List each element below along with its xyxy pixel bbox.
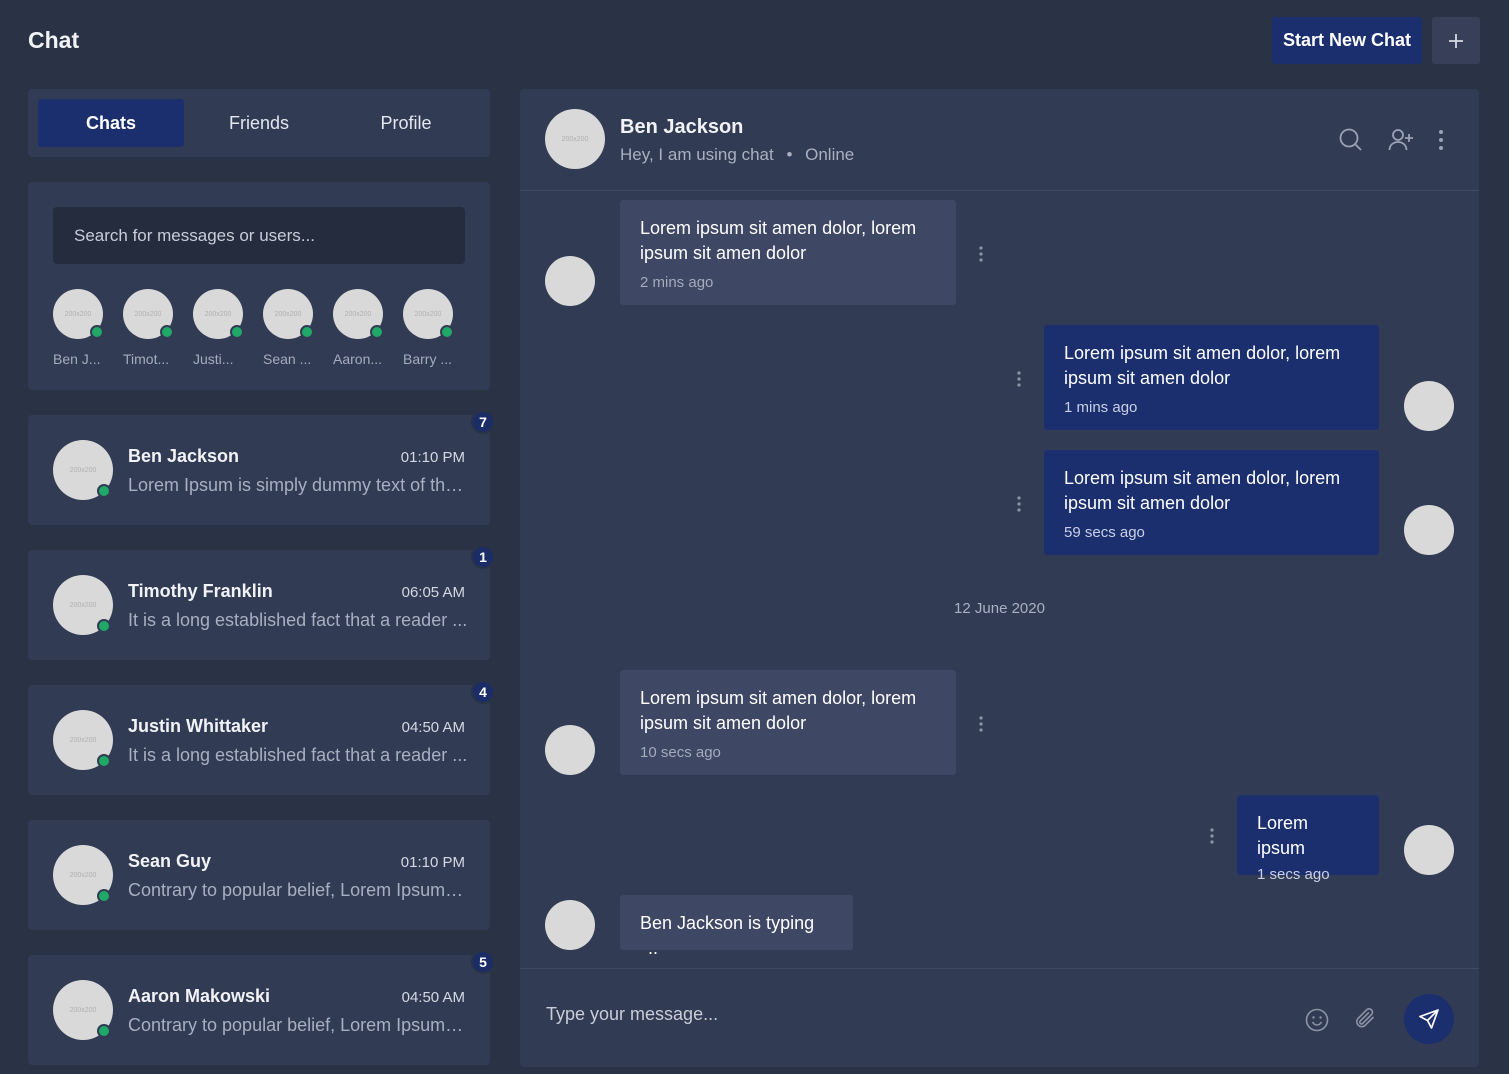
conversation-name: Timothy Franklin bbox=[128, 581, 273, 601]
avatar bbox=[545, 900, 595, 950]
search-panel: 200x200 Ben J... 200x200 Timot... 200x20… bbox=[28, 182, 490, 390]
message-bubble: Lorem ipsum sit amen dolor, lorem ipsum … bbox=[620, 200, 956, 305]
typing-indicator: Ben Jackson is typing .. bbox=[620, 895, 853, 958]
message-text: Lorem ipsum sit amen dolor, lorem ipsum … bbox=[1064, 343, 1341, 388]
chat-contact-status: Hey, I am using chat • Online bbox=[620, 145, 855, 164]
online-user-name: Barry ... bbox=[403, 351, 453, 367]
conversation-time: 04:50 AM bbox=[401, 719, 465, 736]
search-box bbox=[53, 207, 465, 264]
tab-profile[interactable]: Profile bbox=[333, 99, 479, 147]
app-title: Chat bbox=[28, 27, 80, 53]
search-input[interactable] bbox=[74, 225, 465, 246]
start-new-chat-button[interactable]: Start New Chat bbox=[1272, 17, 1422, 64]
conversation-item[interactable]: 200x200 Aaron Makowski 04:50 AM Contrary… bbox=[28, 950, 495, 1065]
conversation-item[interactable]: 200x200 Ben Jackson 01:10 PM Lorem Ipsum… bbox=[28, 410, 495, 525]
add-button[interactable] bbox=[1432, 17, 1480, 64]
conversation-preview: Lorem Ipsum is simply dummy text of the.… bbox=[128, 475, 468, 495]
message-time: 1 secs ago bbox=[1257, 866, 1330, 883]
message-options-icon[interactable] bbox=[1016, 370, 1022, 388]
conversation-preview: It is a long established fact that a rea… bbox=[128, 610, 468, 630]
conversation-preview: Contrary to popular belief, Lorem Ipsum … bbox=[128, 1015, 468, 1035]
online-indicator bbox=[370, 325, 384, 339]
search-icon[interactable] bbox=[1338, 127, 1364, 153]
online-indicator bbox=[300, 325, 314, 339]
online-indicator bbox=[230, 325, 244, 339]
message-text: Lorem ipsum bbox=[1257, 813, 1309, 858]
online-indicator bbox=[97, 1024, 111, 1038]
conversation-time: 06:05 AM bbox=[401, 584, 465, 601]
conversation-time: 04:50 AM bbox=[401, 989, 465, 1006]
conversation-item[interactable]: 200x200 Sean Guy 01:10 PM Contrary to po… bbox=[28, 820, 490, 930]
online-user-name: Timot... bbox=[123, 351, 170, 367]
avatar: 200x200 bbox=[545, 109, 605, 169]
unread-badge: 4 bbox=[471, 680, 495, 704]
conversation-item[interactable]: 200x200 Timothy Franklin 06:05 AM It is … bbox=[28, 545, 495, 660]
message-text: Lorem ipsum sit amen dolor, lorem ipsum … bbox=[640, 688, 917, 733]
conversation-item[interactable]: 200x200 Justin Whittaker 04:50 AM It is … bbox=[28, 680, 495, 795]
message-bubble: Lorem ipsum sit amen dolor, lorem ipsum … bbox=[620, 670, 956, 775]
avatar bbox=[1404, 381, 1454, 431]
unread-badge: 5 bbox=[471, 950, 495, 974]
message-options-icon[interactable] bbox=[978, 715, 984, 733]
message-bubble: Lorem ipsum sit amen dolor, lorem ipsum … bbox=[1044, 450, 1379, 555]
add-user-icon[interactable] bbox=[1388, 127, 1414, 153]
sidebar-tabs: Chats Friends Profile bbox=[28, 89, 490, 157]
online-indicator bbox=[160, 325, 174, 339]
online-indicator bbox=[97, 754, 111, 768]
status-message: Hey, I am using chat bbox=[620, 145, 774, 164]
top-bar: Chat Start New Chat bbox=[0, 0, 1509, 82]
message-options-icon[interactable] bbox=[1209, 827, 1215, 845]
conversation-time: 01:10 PM bbox=[400, 449, 465, 466]
conversation-time: 01:10 PM bbox=[400, 854, 465, 871]
message-time: 59 secs ago bbox=[1064, 524, 1145, 541]
online-user-name: Ben J... bbox=[53, 351, 101, 367]
typing-dots: .. bbox=[648, 938, 659, 958]
typing-text: Ben Jackson is typing bbox=[640, 913, 815, 933]
avatar bbox=[1404, 505, 1454, 555]
date-separator: 12 June 2020 bbox=[954, 600, 1045, 617]
conversation-preview: Contrary to popular belief, Lorem Ipsum … bbox=[128, 880, 468, 900]
paperclip-icon[interactable] bbox=[1353, 1006, 1379, 1032]
avatar bbox=[1404, 825, 1454, 875]
unread-badge: 7 bbox=[471, 410, 495, 434]
chat-window: 200x200 Ben Jackson Hey, I am using chat… bbox=[520, 89, 1479, 1067]
message-text: Lorem ipsum sit amen dolor, lorem ipsum … bbox=[640, 218, 917, 263]
message-input[interactable] bbox=[546, 1004, 1286, 1025]
avatar bbox=[545, 256, 595, 306]
message-time: 10 secs ago bbox=[640, 744, 721, 761]
tab-friends[interactable]: Friends bbox=[186, 99, 332, 147]
online-indicator bbox=[97, 484, 111, 498]
more-vertical-icon[interactable] bbox=[1428, 127, 1454, 153]
conversation-name: Justin Whittaker bbox=[128, 716, 269, 736]
send-icon bbox=[1419, 1009, 1439, 1029]
send-button[interactable] bbox=[1404, 994, 1454, 1044]
message-time: 1 mins ago bbox=[1064, 399, 1138, 416]
online-user-name: Aaron... bbox=[333, 351, 383, 367]
emoji-icon[interactable] bbox=[1304, 1007, 1330, 1033]
online-user-name: Sean ... bbox=[263, 351, 312, 367]
message-text: Lorem ipsum sit amen dolor, lorem ipsum … bbox=[1064, 468, 1341, 513]
message-options-icon[interactable] bbox=[978, 245, 984, 263]
online-indicator bbox=[90, 325, 104, 339]
unread-badge: 1 bbox=[471, 545, 495, 569]
presence-label: Online bbox=[805, 145, 855, 164]
conversation-preview: It is a long established fact that a rea… bbox=[128, 745, 468, 765]
message-bubble: Lorem ipsum sit amen dolor, lorem ipsum … bbox=[1044, 325, 1379, 430]
plus-icon bbox=[1449, 33, 1463, 48]
message-bubble: Lorem ipsum 1 secs ago bbox=[1237, 795, 1379, 883]
online-indicator bbox=[97, 619, 111, 633]
conversation-name: Sean Guy bbox=[128, 851, 212, 871]
message-time: 2 mins ago bbox=[640, 274, 714, 291]
conversation-name: Ben Jackson bbox=[128, 446, 240, 466]
message-options-icon[interactable] bbox=[1016, 495, 1022, 513]
online-user-name: Justi... bbox=[193, 351, 234, 367]
message-composer bbox=[520, 968, 1479, 1067]
online-indicator bbox=[97, 889, 111, 903]
chat-contact-name: Ben Jackson bbox=[620, 116, 744, 138]
conversation-name: Aaron Makowski bbox=[128, 986, 271, 1006]
tab-chats[interactable]: Chats bbox=[38, 99, 184, 147]
online-indicator bbox=[440, 325, 454, 339]
chat-header: 200x200 Ben Jackson Hey, I am using chat… bbox=[520, 89, 1479, 191]
avatar bbox=[545, 725, 595, 775]
